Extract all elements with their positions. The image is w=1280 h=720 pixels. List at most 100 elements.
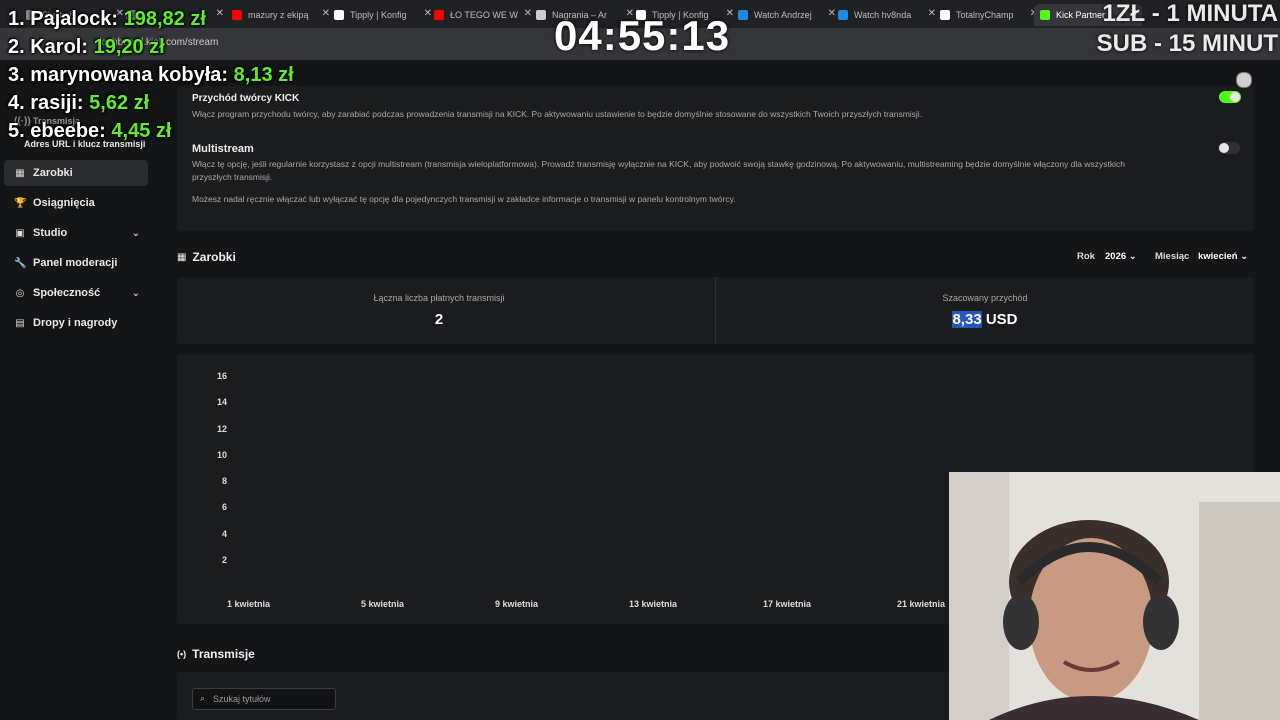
studio-icon: ▣ [15,227,25,239]
search-icon: ⌕ [200,693,206,703]
multistream-toggle[interactable] [1218,142,1240,154]
chevron-down-icon: ⌄ [1128,251,1137,262]
x-tick-label: 13 kwietnia [629,599,678,609]
tab-favicon-icon [738,10,748,20]
donor-entry: 3. marynowana kobyła: 8,13 zł [8,64,294,87]
y-tick-label: 14 [216,397,227,408]
sidebar-item-5[interactable]: ▤ Dropy i nagrody [4,310,148,336]
donor-name: 1. Pajalock: [8,8,124,30]
sidebar-item-label: Zarobki [33,167,73,179]
sidebar-item-label: Studio [33,227,68,239]
browser-tab[interactable]: TotalnyChamp✕ [934,4,1042,26]
tab-favicon-icon [940,10,950,20]
browser-tab[interactable]: Watch hv8nda ✕ [832,4,940,26]
chart-icon: ▦ [15,167,25,179]
tab-label: Watch hv8nda [854,10,912,20]
search-input[interactable]: ⌕ Szukaj tytułów [192,688,336,710]
donor-entry: 2. Karol: 19,20 zł [8,36,165,59]
sidebar-item-4[interactable]: ◎ Społeczność ⌄ [4,280,148,306]
tab-label: mazury z ekipą [248,10,309,20]
browser-tab[interactable]: Tipply | Konfig ✕ [328,4,436,26]
creator-income-title: Przychód twórcy KICK [192,93,300,104]
donor-amount: 8,13 zł [233,64,294,86]
webcam-person [949,472,1280,720]
chevron-down-icon: ⌄ [1240,251,1249,262]
broadcast-icon: (•) [177,649,187,659]
paid-streams-label: Łączna liczba płatnych transmisji [373,293,505,303]
tab-label: TotalnyChamp [956,10,1014,20]
tab-favicon-icon [1040,10,1050,20]
tab-favicon-icon [434,10,444,20]
y-tick-label: 8 [221,476,227,487]
creator-income-toggle[interactable] [1219,91,1241,103]
x-tick-label: 1 kwietnia [227,599,271,609]
sidebar-item-label: Dropy i nagrody [33,317,118,329]
tab-label: Watch Andrzej [754,10,812,20]
donor-amount: 5,62 zł [89,92,150,114]
x-tick-label: 5 kwietnia [361,599,405,609]
tab-favicon-icon [334,10,344,20]
search-placeholder: Szukaj tytułów [213,694,271,704]
multistream-desc: Włącz tę opcję, jeśli regularnie korzyst… [192,159,1126,182]
sidebar-item-1[interactable]: 🏆 Osiągnięcia [4,190,148,216]
donor-entry: 4. rasiji: 5,62 zł [8,92,149,115]
sidebar-item-3[interactable]: 🔧 Panel moderacji [4,250,148,276]
sidebar-item-label: Społeczność [33,287,101,299]
donor-amount: 19,20 zł [93,36,165,58]
multistream-title: Multistream [192,143,254,155]
revenue-value: 8,33 USD [952,311,1018,328]
y-tick-label: 4 [221,528,227,539]
tab-favicon-icon [536,10,546,20]
close-icon[interactable]: ✕ [216,8,224,19]
sidebar-item-label: Osiągnięcia [33,197,95,209]
x-tick-label: 21 kwietnia [897,599,946,609]
streams-title: (•) Transmisje [177,647,255,661]
year-label: Rok [1077,251,1095,262]
sidebar: ((·)) Transmisja Adres URL i klucz trans… [0,60,160,720]
y-tick-label: 2 [221,555,227,565]
chevron-down-icon: ⌄ [131,287,140,299]
browser-tab[interactable]: Watch Andrzej ✕ [732,4,840,26]
avatar[interactable] [1236,72,1252,88]
earnings-title: ▦ Zarobki [177,250,236,264]
tab-label: Tipply | Konfig [350,10,407,20]
revenue-label: Szacowany przychód [942,293,1028,303]
x-tick-label: 17 kwietnia [763,599,812,609]
donor-name: 5. ebeebe: [8,120,112,142]
trophy-icon: 🏆 [14,197,27,209]
browser-tab[interactable]: ŁO TEGO WE W ✕ [428,4,536,26]
creator-income-desc: Włącz program przychodu twórcy, aby zara… [192,109,923,119]
y-tick-label: 16 [216,371,227,381]
donor-name: 4. rasiji: [8,92,90,114]
y-tick-label: 10 [216,449,227,460]
donor-amount: 4,45 zł [111,120,172,142]
webcam-feed [949,472,1280,720]
sidebar-item-label: Panel moderacji [33,257,118,269]
paid-streams-value: 2 [434,311,444,328]
gift-icon: ▤ [15,317,25,329]
multistream-desc-2: Możesz nadal ręcznie włączać lub wyłącza… [192,194,736,204]
sidebar-item-0[interactable]: ▦ Zarobki [4,160,148,186]
rate-text-donation: 1ZŁ - 1 MINUTA [1102,0,1278,27]
donor-name: 3. marynowana kobyła: [8,64,234,86]
y-tick-label: 6 [221,502,227,513]
tab-label: ŁO TEGO WE W [450,10,518,20]
community-icon: ◎ [15,287,25,299]
tab-favicon-icon [232,10,242,20]
x-tick-label: 9 kwietnia [495,599,539,609]
chevron-down-icon: ⌄ [131,227,140,239]
donor-name: 2. Karol: [8,36,94,58]
rate-text-sub: SUB - 15 MINUT [1096,30,1278,57]
month-label: Miesiąc [1155,251,1190,262]
stream-timer: 04:55:13 [554,12,731,59]
sidebar-item-2[interactable]: ▣ Studio ⌄ [4,220,148,246]
donor-amount: 198,82 zł [123,8,206,30]
tab-favicon-icon [838,10,848,20]
month-select[interactable]: kwiecień ⌄ [1198,251,1248,262]
year-select[interactable]: 2026 ⌄ [1105,251,1137,262]
chart-icon: ▦ [177,251,187,263]
y-tick-label: 12 [216,423,227,434]
tab-label: Kick Partner [1056,10,1106,20]
browser-tab[interactable]: mazury z ekipą ✕ [226,4,334,26]
donor-entry: 5. ebeebe: 4,45 zł [8,120,171,143]
